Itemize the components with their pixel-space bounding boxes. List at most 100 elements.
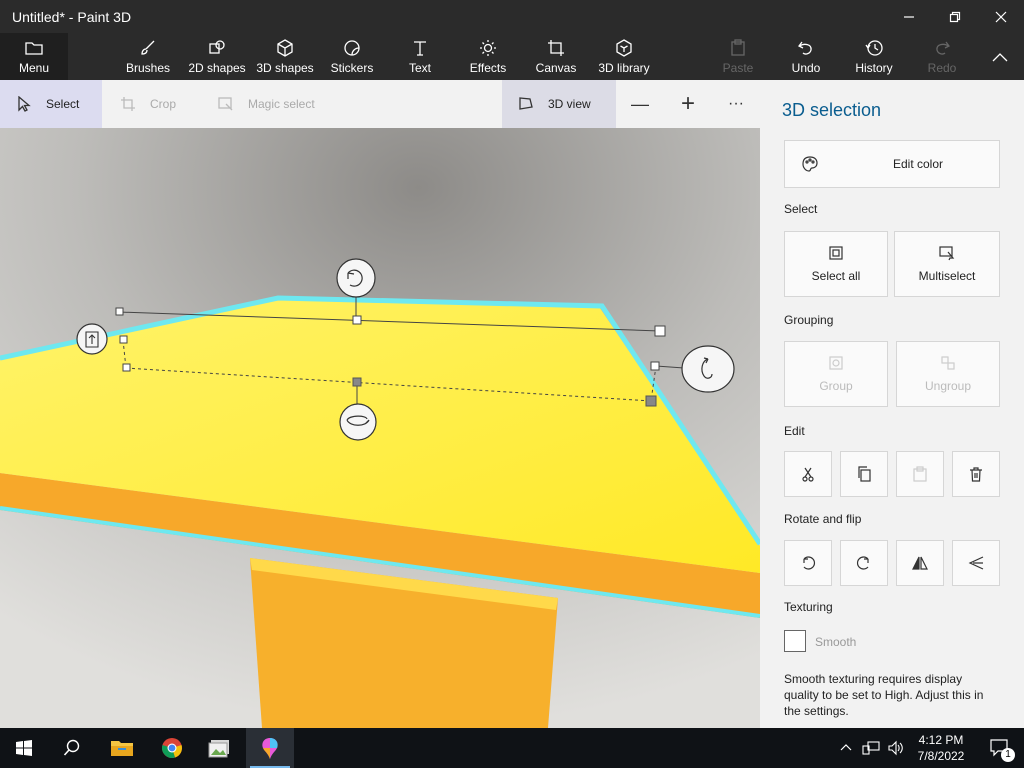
grouping-section-label: Grouping <box>784 313 834 327</box>
tab-canvas[interactable]: Canvas <box>532 33 580 80</box>
close-button[interactable] <box>978 0 1024 33</box>
clock[interactable]: 4:12 PM 7/8/2022 <box>906 732 976 764</box>
tab-label: 3D shapes <box>256 61 314 75</box>
rotate-right-button[interactable] <box>840 540 888 586</box>
menu-label: Menu <box>18 61 50 75</box>
tab-2d-shapes[interactable]: 2D shapes <box>186 33 248 80</box>
history-label: History <box>855 61 893 75</box>
start-button[interactable] <box>0 728 48 768</box>
rotate-left-button[interactable] <box>784 540 832 586</box>
flip-horizontal-icon <box>912 556 928 570</box>
multiselect-button[interactable]: Multiselect <box>894 231 1000 297</box>
collapse-ribbon-button[interactable] <box>984 33 1016 80</box>
corner-handle[interactable] <box>654 325 666 337</box>
zoom-out-icon: — <box>631 93 649 114</box>
paint-3d-taskbar[interactable] <box>246 728 294 768</box>
photos-icon <box>208 740 229 758</box>
corner-handle[interactable] <box>119 335 128 344</box>
network-button[interactable] <box>858 728 884 768</box>
smooth-checkbox[interactable] <box>784 630 806 652</box>
tab-brushes[interactable]: Brushes <box>120 33 176 80</box>
paste-icon <box>913 466 927 482</box>
smooth-label: Smooth <box>815 635 857 649</box>
crop-label: Crop <box>150 97 177 111</box>
rotate-x-control[interactable] <box>339 403 377 441</box>
group-button[interactable]: Group <box>784 341 888 407</box>
zoom-in-button[interactable]: + <box>668 80 708 128</box>
edit-color-label: Edit color <box>893 157 944 171</box>
photos-taskbar[interactable] <box>196 728 244 768</box>
ungroup-button[interactable]: Ungroup <box>896 341 1000 407</box>
paint-3d-icon <box>262 738 278 759</box>
ungroup-icon <box>941 356 955 370</box>
depth-control[interactable] <box>76 323 108 355</box>
corner-handle[interactable] <box>115 307 124 316</box>
window-title: Untitled* - Paint 3D <box>12 9 132 25</box>
redo-button[interactable]: Redo <box>920 33 964 80</box>
flip-horizontal-button[interactable] <box>896 540 944 586</box>
3d-shapes-icon <box>277 39 293 57</box>
group-icon <box>829 356 843 370</box>
search-button[interactable] <box>48 728 96 768</box>
texturing-section-label: Texturing <box>784 600 833 614</box>
flip-vertical-button[interactable] <box>952 540 1000 586</box>
edit-color-button[interactable]: Edit color <box>784 140 1000 188</box>
3d-canvas[interactable] <box>0 128 760 728</box>
corner-handle[interactable] <box>122 363 131 372</box>
panel-title: 3D selection <box>782 100 882 120</box>
undo-label: Undo <box>791 61 821 75</box>
flip-vertical-icon <box>968 556 984 570</box>
chevron-up-icon <box>840 744 852 751</box>
edge-handle[interactable] <box>352 377 362 387</box>
more-options-button[interactable]: ··· <box>716 80 756 128</box>
edge-handle[interactable] <box>650 361 660 371</box>
menu-button[interactable]: Menu <box>0 33 68 80</box>
maximize-button[interactable] <box>932 0 978 33</box>
show-hidden-icons-button[interactable] <box>834 728 858 768</box>
undo-button[interactable]: Undo <box>784 33 828 80</box>
3d-library-icon <box>616 39 632 57</box>
tab-effects[interactable]: Effects <box>464 33 512 80</box>
undo-icon <box>798 41 812 55</box>
clock-date: 7/8/2022 <box>917 749 965 763</box>
tab-label: Canvas <box>535 61 577 75</box>
2d-shapes-icon <box>209 40 225 54</box>
chrome-taskbar[interactable] <box>148 728 196 768</box>
select-tool-button[interactable]: Select <box>0 80 102 128</box>
brush-icon <box>141 40 155 55</box>
group-label: Group <box>819 379 853 393</box>
multiselect-label: Multiselect <box>918 269 976 283</box>
tab-3d-library[interactable]: 3D library <box>594 33 654 80</box>
select-all-button[interactable]: Select all <box>784 231 888 297</box>
selection-toolbar: Select Crop Magic select 3D view — + ··· <box>0 80 760 128</box>
rotate-left-icon <box>803 556 815 570</box>
close-icon <box>995 11 1007 22</box>
paste-panel-button[interactable] <box>896 451 944 497</box>
paste-button[interactable]: Paste <box>716 33 760 80</box>
magic-select-button[interactable]: Magic select <box>210 80 340 128</box>
crop-button[interactable]: Crop <box>112 80 198 128</box>
volume-button[interactable] <box>884 728 908 768</box>
rotate-y-control[interactable] <box>681 345 735 393</box>
copy-button[interactable] <box>840 451 888 497</box>
history-button[interactable]: History <box>850 33 898 80</box>
rotate-right-icon <box>857 556 869 570</box>
tab-stickers[interactable]: Stickers <box>326 33 378 80</box>
rotate-z-control[interactable] <box>336 258 376 298</box>
tab-text[interactable]: Text <box>398 33 442 80</box>
corner-handle[interactable] <box>645 395 657 407</box>
edge-handle[interactable] <box>352 315 362 325</box>
zoom-out-button[interactable]: — <box>620 80 660 128</box>
cut-button[interactable] <box>784 451 832 497</box>
delete-button[interactable] <box>952 451 1000 497</box>
title-bar: Untitled* - Paint 3D <box>0 0 1024 33</box>
3d-view-button[interactable]: 3D view <box>502 80 616 128</box>
tab-label: Effects <box>469 61 507 75</box>
more-icon: ··· <box>728 95 744 112</box>
notifications-button[interactable]: 1 <box>976 728 1024 768</box>
file-explorer-taskbar[interactable] <box>98 728 146 768</box>
tab-3d-shapes[interactable]: 3D shapes <box>255 33 315 80</box>
taskbar: 4:12 PM 7/8/2022 1 <box>0 728 1024 768</box>
canvas-icon <box>548 40 564 56</box>
minimize-button[interactable] <box>886 0 932 33</box>
